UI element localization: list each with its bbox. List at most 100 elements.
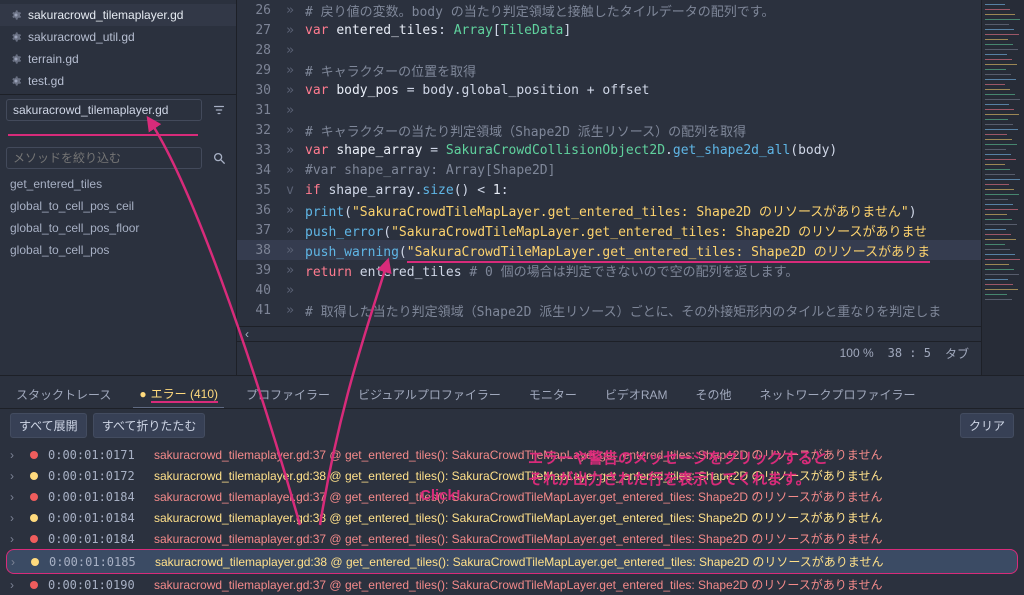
debugger-tab[interactable]: その他 <box>690 381 738 408</box>
line-number: 26 <box>237 3 277 18</box>
code-line[interactable]: 39» return entered_tiles # 0 個の場合は判定できない… <box>237 260 981 280</box>
chevron-right-icon[interactable]: › <box>10 578 20 592</box>
collapse-all-button[interactable]: すべて折りたたむ <box>93 413 206 438</box>
method-item[interactable]: global_to_cell_pos <box>0 239 236 261</box>
script-icon <box>10 53 22 65</box>
indent-mode[interactable]: タブ <box>945 345 969 362</box>
script-file-item[interactable]: terrain.gd <box>0 48 236 70</box>
script-file-name: sakuracrowd_tilemaplayer.gd <box>28 8 183 22</box>
debugger-tab[interactable]: ビデオRAM <box>599 381 674 408</box>
debugger-tab-label: エラー (410) <box>151 387 218 403</box>
line-number: 29 <box>237 63 277 78</box>
method-item[interactable]: get_entered_tiles <box>0 173 236 195</box>
zoom-level[interactable]: 100 % <box>840 346 874 360</box>
error-row[interactable]: › 0:00:01:0184 sakuracrowd_tilemaplayer.gd… <box>6 507 1018 528</box>
chevron-right-icon[interactable]: › <box>10 469 20 483</box>
code-line[interactable]: 38» push_warning("SakuraCrowdTileMapLaye… <box>237 240 981 260</box>
debugger-tab[interactable]: ●エラー (410) <box>133 380 224 408</box>
chevron-right-icon[interactable]: › <box>10 532 20 546</box>
error-row[interactable]: ›0:00:01:0184sakuracrowd_tilemaplayer.gd… <box>6 486 1018 507</box>
line-number: 41 <box>237 303 277 318</box>
line-number: 31 <box>237 103 277 118</box>
line-number: 30 <box>237 83 277 98</box>
error-timestamp: 0:00:01:0184 <box>48 511 144 525</box>
method-item[interactable]: global_to_cell_pos_ceil <box>0 195 236 217</box>
code-line[interactable]: 33»var shape_array = SakuraCrowdCollisio… <box>237 140 981 160</box>
debugger-tab[interactable]: スタックトレース <box>10 381 117 408</box>
gutter-icon: » <box>277 163 303 178</box>
chevron-right-icon[interactable]: › <box>10 511 20 525</box>
code-line[interactable]: 31» <box>237 100 981 120</box>
code-line[interactable]: 35vif shape_array.size() < 1: <box>237 180 981 200</box>
error-message: sakuracrowd_tilemaplayer.gd:38 @ get_ent… <box>154 509 1014 526</box>
method-item[interactable]: global_to_cell_pos_floor <box>0 217 236 239</box>
script-icon <box>10 75 22 87</box>
gutter-icon: » <box>277 23 303 38</box>
debugger-tab-label: プロファイラー <box>246 388 330 402</box>
debugger-tab[interactable]: モニター <box>523 381 583 408</box>
error-timestamp: 0:00:01:0172 <box>48 469 144 483</box>
chevron-right-icon[interactable]: › <box>10 448 20 462</box>
code-line[interactable]: 40» <box>237 280 981 300</box>
gutter-icon: » <box>277 263 303 278</box>
expand-all-button[interactable]: すべて展開 <box>10 413 87 438</box>
error-row[interactable]: ›0:00:01:0184sakuracrowd_tilemaplayer.gd… <box>6 528 1018 549</box>
debugger-tabs[interactable]: スタックトレース ●エラー (410) プロファイラー ビジュアルプロファイラー モニタ… <box>0 376 1024 408</box>
file-filter-input[interactable] <box>6 99 202 121</box>
code-line[interactable]: 41»# 取得した当たり判定領域（Shape2D 派生リソース）ごとに、その外接… <box>237 300 981 320</box>
error-row[interactable]: › 0:00:01:0171 sakuracrowd_tilemaplayer.gd… <box>6 444 1018 465</box>
script-file-item[interactable]: sakuracrowd_util.gd <box>0 26 236 48</box>
debugger-tab-label: モニター <box>529 388 577 402</box>
minimap[interactable] <box>981 0 1024 375</box>
debugger-tab-label: スタックトレース <box>16 388 111 402</box>
code-line[interactable]: 36» print("SakuraCrowdTileMapLayer.get_e… <box>237 200 981 220</box>
method-filter-input[interactable] <box>6 147 202 169</box>
horizontal-scrollbar[interactable]: ‹ <box>237 326 981 341</box>
code-line[interactable]: 30»var body_pos = body.global_position +… <box>237 80 981 100</box>
severity-dot-icon <box>30 514 38 522</box>
code-editor[interactable]: 26»# 戻り値の変数。body の当たり判定領域と接触したタイルデータの配列で… <box>237 0 981 326</box>
script-file-item[interactable]: test.gd <box>0 70 236 92</box>
search-icon[interactable] <box>208 147 230 169</box>
error-row[interactable]: ›0:00:01:0190sakuracrowd_tilemaplayer.gd… <box>6 574 1018 595</box>
code-line[interactable]: 37» push_error("SakuraCrowdTileMapLayer.… <box>237 220 981 240</box>
line-number: 33 <box>237 143 277 158</box>
script-file-item[interactable]: sakuracrowd_tilemaplayer.gd <box>0 4 236 26</box>
code-line[interactable]: 26»# 戻り値の変数。body の当たり判定領域と接触したタイルデータの配列で… <box>237 0 981 20</box>
sort-icon[interactable] <box>208 99 230 121</box>
error-timestamp: 0:00:01:0190 <box>48 578 144 592</box>
debugger-tab-label: その他 <box>696 388 732 402</box>
severity-dot-icon <box>31 558 39 566</box>
script-file-list[interactable]: sakuracrowd_tilemaplayer.gd sakuracrowd_u… <box>0 0 236 94</box>
gutter-icon: » <box>277 63 303 78</box>
error-row[interactable]: › 0:00:01:0172 sakuracrowd_tilemaplayer.gd… <box>6 465 1018 486</box>
method-list[interactable]: get_entered_tilesglobal_to_cell_pos_ceil… <box>0 173 236 261</box>
severity-dot-icon <box>30 581 38 589</box>
code-line[interactable]: 28» <box>237 40 981 60</box>
code-line[interactable]: 27»var entered_tiles: Array[TileData] <box>237 20 981 40</box>
gutter-icon: » <box>277 43 303 58</box>
code-line[interactable]: 34»#var shape_array: Array[Shape2D] <box>237 160 981 180</box>
cursor-pos: 38 : 5 <box>888 346 931 360</box>
error-timestamp: 0:00:01:0184 <box>48 490 144 504</box>
script-icon <box>10 31 22 43</box>
chevron-right-icon[interactable]: › <box>10 490 20 504</box>
error-message: sakuracrowd_tilemaplayer.gd:38 @ get_ent… <box>154 467 1014 484</box>
error-row[interactable]: ›0:00:01:0185sakuracrowd_tilemaplayer.gd… <box>6 549 1018 574</box>
clear-button[interactable]: クリア <box>960 413 1014 438</box>
code-line[interactable]: 29»# キャラクターの位置を取得 <box>237 60 981 80</box>
chevron-right-icon[interactable]: › <box>11 555 21 569</box>
script-file-name: terrain.gd <box>28 52 79 66</box>
debugger-tab[interactable]: プロファイラー <box>240 381 336 408</box>
code-line[interactable]: 32»# キャラクターの当たり判定領域（Shape2D 派生リソース）の配列を取… <box>237 120 981 140</box>
line-number: 36 <box>237 203 277 218</box>
severity-dot-icon <box>30 451 38 459</box>
error-timestamp: 0:00:01:0171 <box>48 448 144 462</box>
error-message: sakuracrowd_tilemaplayer.gd:37 @ get_ent… <box>154 446 1014 463</box>
debugger-tab[interactable]: ビジュアルプロファイラー <box>352 381 507 408</box>
gutter-icon: » <box>277 243 303 258</box>
error-message: sakuracrowd_tilemaplayer.gd:37 @ get_ent… <box>154 530 1014 547</box>
scroll-left-icon[interactable]: ‹ <box>245 327 249 341</box>
error-list[interactable]: › 0:00:01:0171 sakuracrowd_tilemaplayer.gd… <box>0 442 1024 595</box>
debugger-tab[interactable]: ネットワークプロファイラー <box>754 381 922 408</box>
